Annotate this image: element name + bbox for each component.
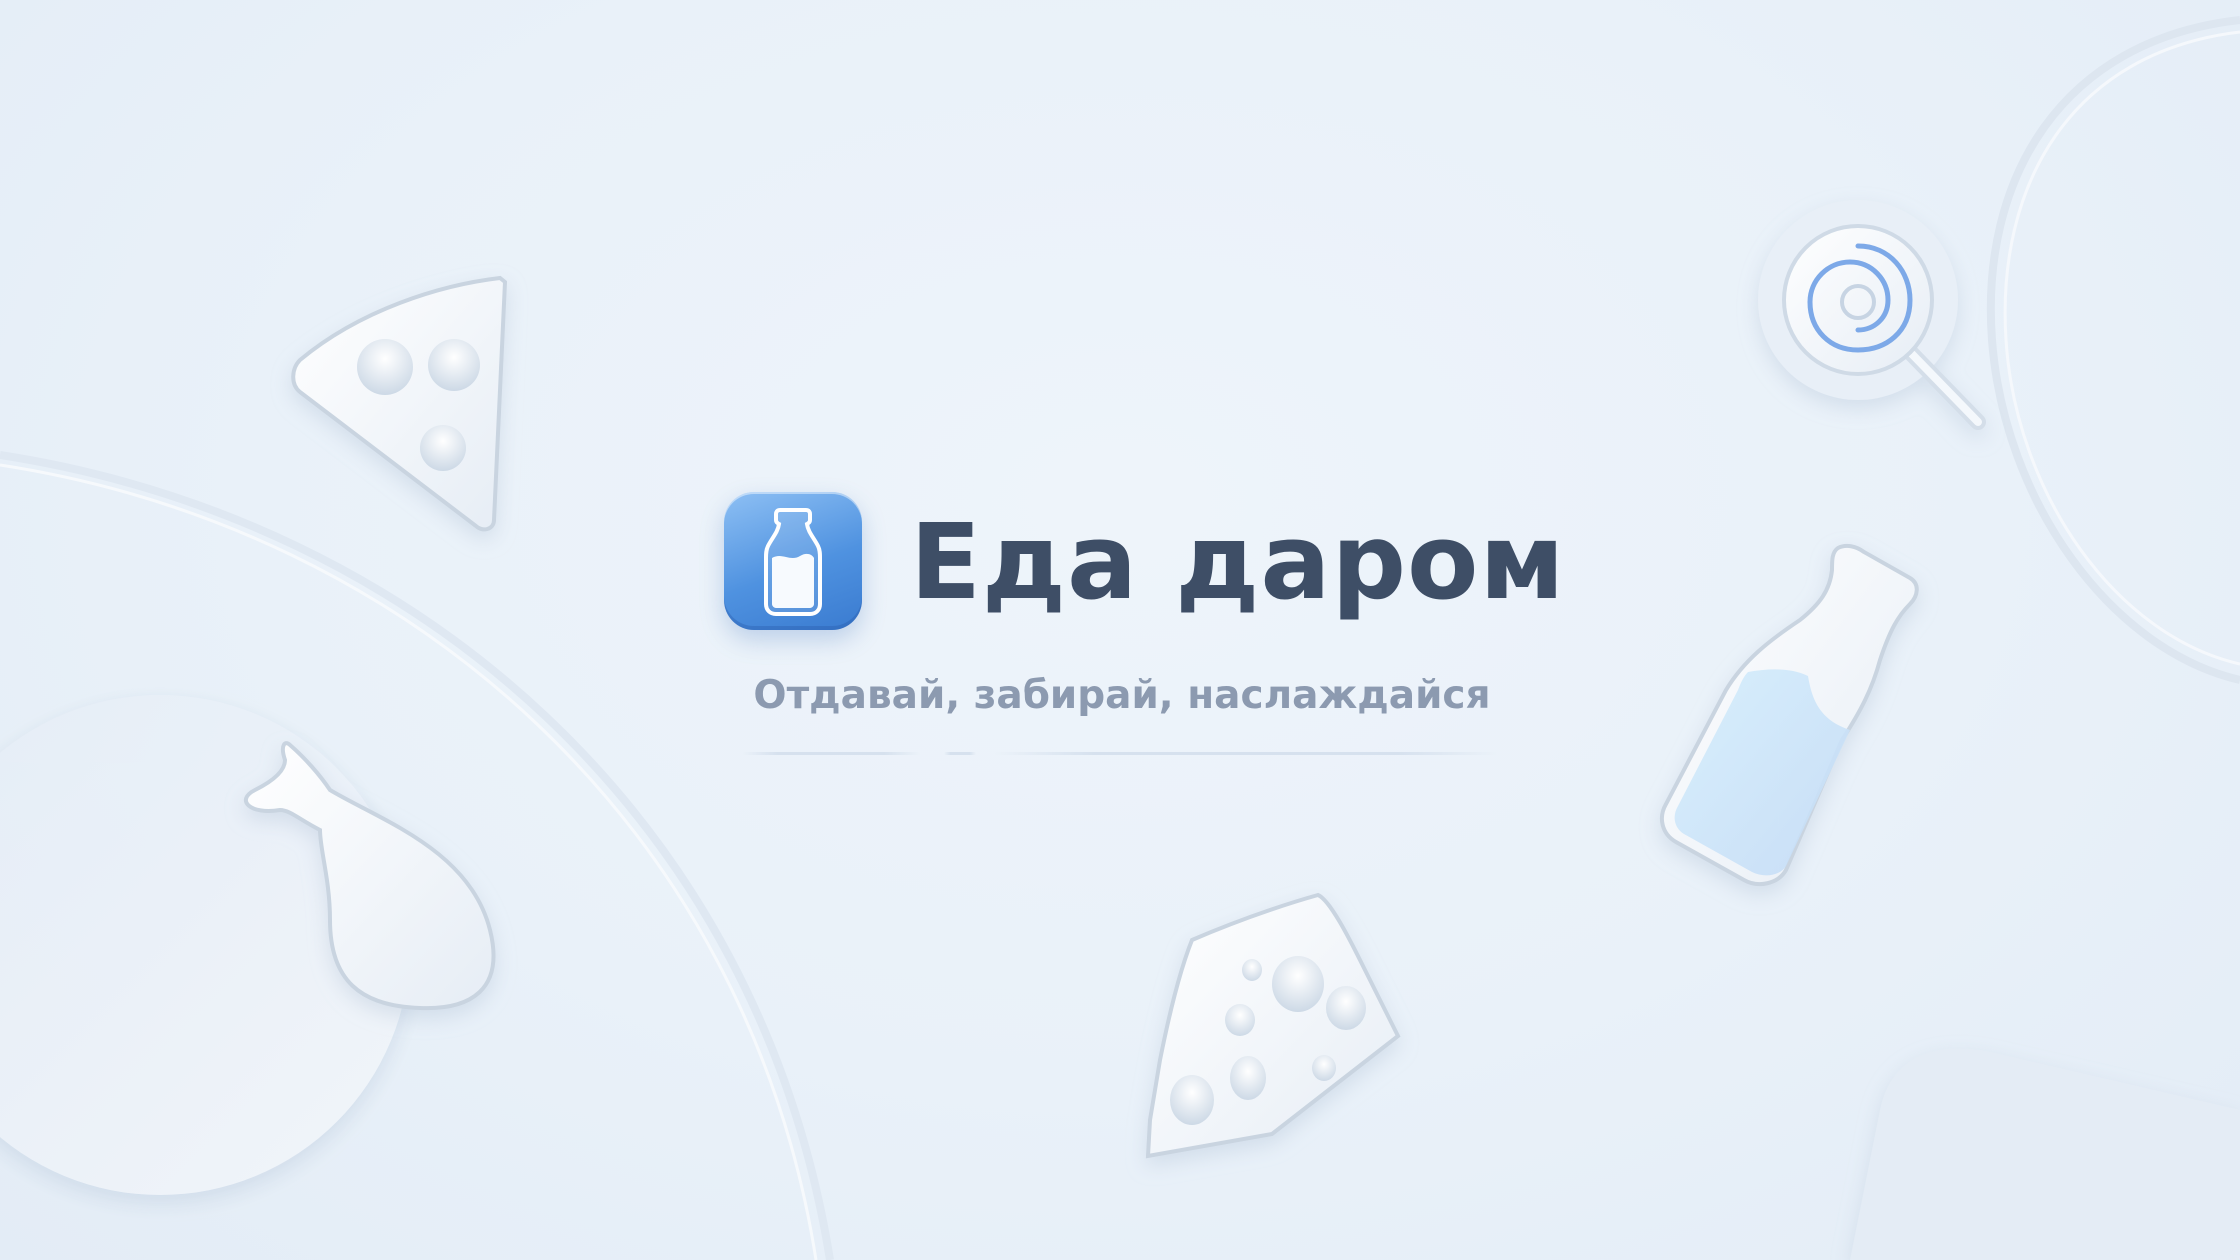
splash-screen: Еда даром Отдавай, забирай, наслаждайся <box>0 0 2240 1260</box>
card-shape <box>1850 1048 2240 1260</box>
divider-line <box>994 752 1498 755</box>
cheese-wedge-icon <box>291 275 508 532</box>
milk-bottle-decor-icon <box>1659 543 1919 887</box>
plate-circle-right <box>1986 16 2240 684</box>
lollipop-icon <box>1758 200 1986 430</box>
milk-bottle-icon <box>724 492 862 630</box>
brand-header: Еда даром <box>724 490 1565 640</box>
tagline: Отдавай, забирай, наслаждайся <box>753 673 1491 718</box>
divider-line <box>944 752 976 755</box>
cheese-block-icon <box>1145 892 1401 1159</box>
app-title: Еда даром <box>910 501 1566 623</box>
divider-line <box>742 752 920 755</box>
